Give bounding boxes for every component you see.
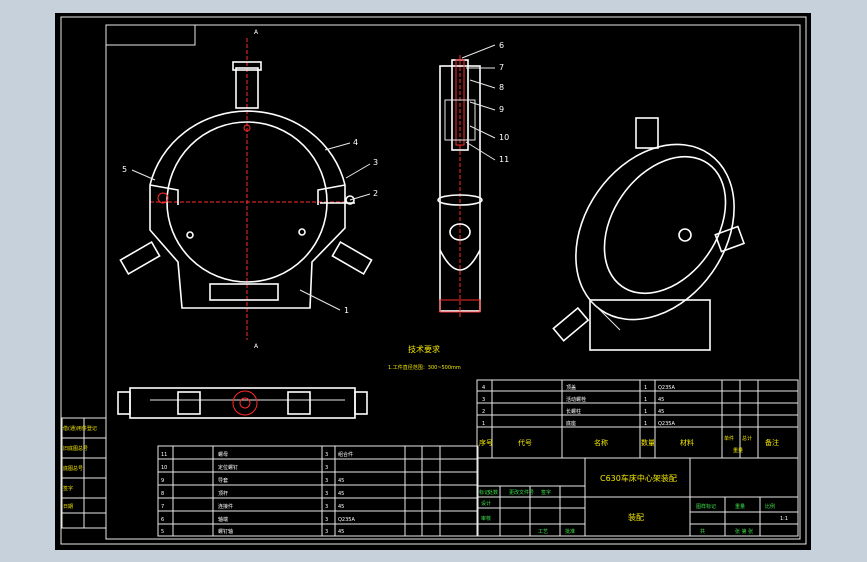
bom-r1-name: 顶盖 [566, 384, 576, 391]
side-label-4: 签字 [63, 485, 73, 492]
balloon-4: 4 [353, 138, 358, 147]
bom-header-total: 总计 [742, 435, 752, 442]
bom-header-seq: 序号 [479, 438, 493, 447]
tb-stage: 图样标记 [696, 503, 716, 510]
balloon-7: 7 [499, 63, 504, 72]
bom-l1-name: 螺母 [218, 451, 228, 458]
bom-r3-qty: 1 [644, 409, 647, 415]
tech-req-title: 技术要求 [408, 344, 440, 354]
balloon-10: 10 [499, 133, 509, 142]
drawing-title: C630车床中心架装配 [600, 473, 677, 483]
bom-l4-name: 顶杆 [218, 490, 228, 497]
bom-l6-no: 6 [161, 517, 164, 523]
tb-weight: 重量 [735, 503, 745, 510]
bom-l6-mat: Q235A [338, 517, 355, 523]
bom-header-material: 材料 [680, 438, 694, 447]
sheet-background [55, 13, 811, 550]
bom-l5-no: 7 [161, 504, 164, 510]
bom-header-remark: 备注 [765, 438, 779, 447]
bom-l7-no: 5 [161, 529, 164, 535]
bom-l4-qty: 3 [325, 491, 328, 497]
bom-r2-name: 活动螺栓 [566, 396, 586, 403]
tb-label-process: 工艺 [538, 529, 548, 535]
balloon-2: 2 [373, 189, 378, 198]
tb-label-count: 处数 [488, 489, 498, 496]
bom-l3-mat: 45 [338, 478, 344, 484]
bom-r1-no: 4 [482, 385, 485, 391]
bom-l5-name: 连接件 [218, 503, 233, 510]
tb-label-change: 更改文件号 [509, 489, 534, 496]
bom-l6-qty: 3 [325, 517, 328, 523]
tb-label-design: 设计 [481, 500, 491, 507]
bom-l3-qty: 3 [325, 478, 328, 484]
bom-l7-mat: 45 [338, 529, 344, 535]
balloon-6: 6 [499, 41, 504, 50]
balloon-5: 5 [122, 165, 127, 174]
tb-scale-value: 1:1 [780, 516, 788, 522]
balloon-11: 11 [499, 155, 509, 164]
balloon-8: 8 [499, 83, 504, 92]
side-label-3: 底图总号 [63, 465, 83, 472]
bom-l2-qty: 3 [325, 465, 328, 471]
bom-l3-no: 9 [161, 478, 164, 484]
balloon-3: 3 [373, 158, 378, 167]
bom-l1-no: 11 [161, 452, 167, 458]
bom-header-single: 单件 [724, 435, 734, 442]
bom-l6-name: 轴端 [218, 516, 228, 523]
bom-header-code: 代号 [518, 438, 532, 447]
tb-sheet: 共 [700, 528, 705, 535]
tb-label-review: 审核 [481, 515, 491, 522]
side-label-1: 借(通)用件登记 [63, 425, 97, 432]
bom-l2-name: 定位螺钉 [218, 464, 238, 471]
bom-r4-name: 底座 [566, 420, 576, 427]
side-label-2: 旧底图总号 [63, 445, 88, 452]
bom-r4-no: 1 [482, 421, 485, 427]
bom-r1-mat: Q235A [658, 385, 675, 391]
bom-r2-qty: 1 [644, 397, 647, 403]
bom-r2-mat: 45 [658, 397, 664, 403]
tech-req-line1: 1.工件直径范围：300~500mm [388, 364, 461, 371]
bom-l2-no: 10 [161, 465, 167, 471]
bom-l4-no: 8 [161, 491, 164, 497]
bom-l5-qty: 3 [325, 504, 328, 510]
assembly-label: 装配 [628, 512, 644, 522]
bom-l5-mat: 45 [338, 504, 344, 510]
balloon-1: 1 [344, 306, 349, 315]
bom-l1-qty: 3 [325, 452, 328, 458]
bom-header-weight: 重量 [733, 447, 743, 454]
bom-r4-mat: Q235A [658, 421, 675, 427]
tb-sheet-of: 张 第 张 [735, 528, 753, 535]
bom-r3-name: 长螺柱 [566, 408, 581, 415]
cad-drawing-sheet: 借(通)用件登记 旧底图总号 底图总号 签字 日期 A A 1 2 3 4 5 … [55, 13, 811, 550]
tb-scale: 比例 [765, 503, 775, 510]
bom-r3-mat: 45 [658, 409, 664, 415]
bom-l7-qty: 3 [325, 529, 328, 535]
bom-r3-no: 2 [482, 409, 485, 415]
bom-l7-name: 螺钉轴 [218, 528, 233, 535]
side-label-5: 日期 [63, 504, 73, 510]
bom-header-qty: 数量 [641, 438, 655, 447]
bom-r2-no: 3 [482, 397, 485, 403]
bom-r4-qty: 1 [644, 421, 647, 427]
tb-label-approve: 批准 [565, 528, 575, 535]
bom-r1-qty: 1 [644, 385, 647, 391]
bom-l3-name: 导套 [218, 477, 228, 484]
bom-header-name: 名称 [594, 438, 608, 447]
balloon-9: 9 [499, 105, 504, 114]
bom-l4-mat: 45 [338, 491, 344, 497]
tb-label-sign: 签字 [541, 489, 551, 496]
bom-l1-mat: 组合件 [338, 451, 353, 458]
